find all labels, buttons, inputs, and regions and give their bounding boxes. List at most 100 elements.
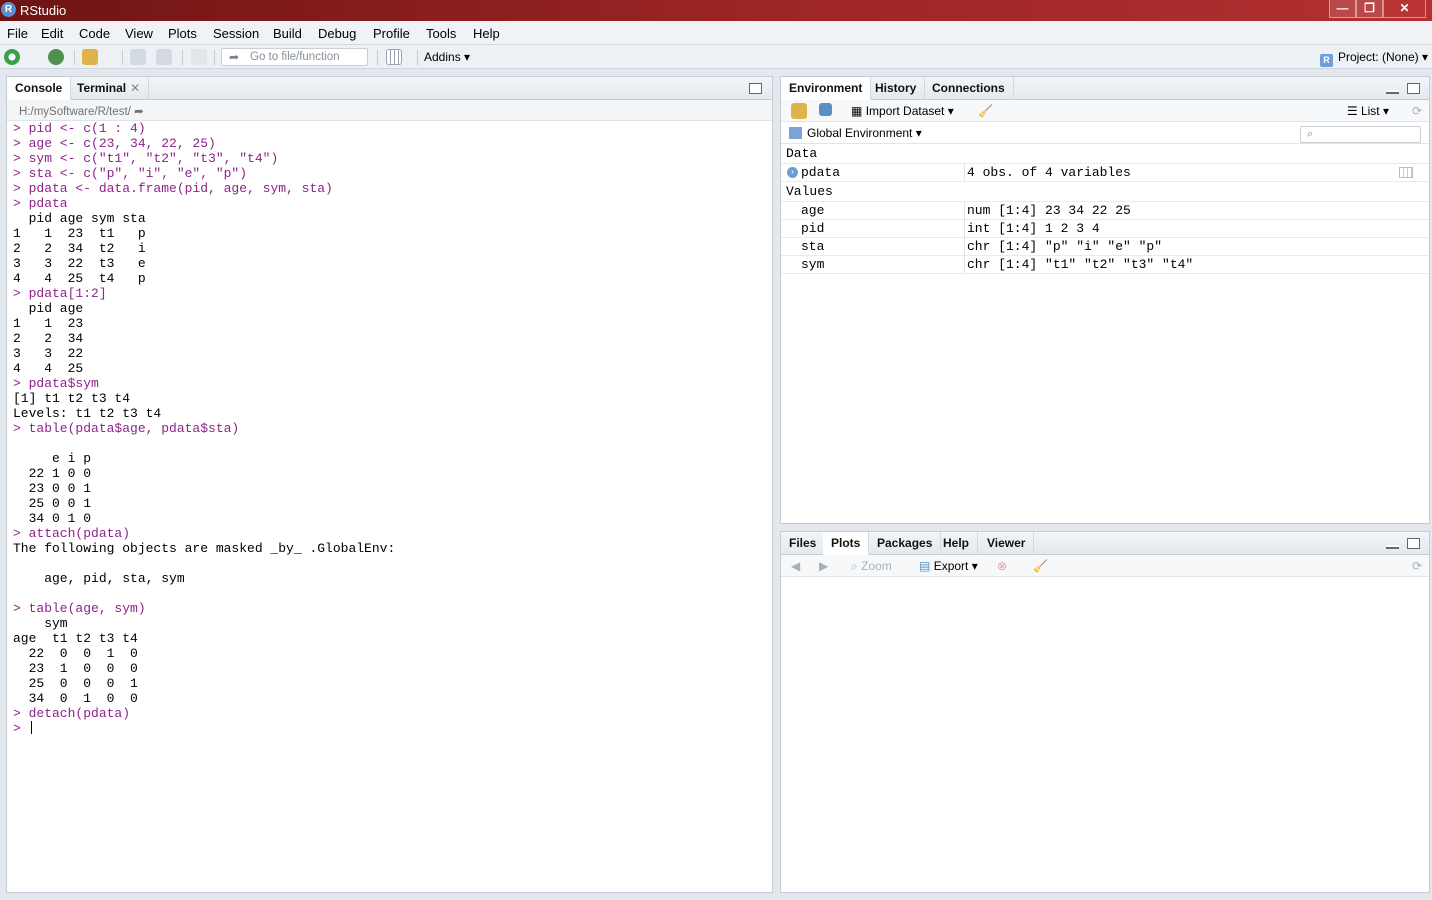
close-button[interactable]: ✕ (1383, 0, 1426, 18)
tab-plots[interactable]: Plots (823, 532, 870, 556)
print-icon[interactable] (191, 49, 207, 65)
minimize-pane-icon[interactable] (1386, 90, 1399, 94)
title-bar: R RStudio — ❐ ✕ (0, 0, 1432, 21)
tab-viewer[interactable]: Viewer (979, 532, 1035, 555)
menu-session[interactable]: Session (213, 26, 259, 41)
files-tabbar: Files Plots Packages Help Viewer (781, 532, 1429, 556)
goto-directory-icon[interactable]: ➦ (134, 106, 144, 118)
tab-terminal[interactable]: Terminal ✕ (69, 77, 150, 100)
env-row-pdata[interactable]: › pdata 4 obs. of 4 variables (781, 164, 1429, 182)
env-var-name: sta (801, 239, 825, 254)
menu-debug[interactable]: Debug (318, 26, 356, 41)
menu-tools[interactable]: Tools (426, 26, 456, 41)
console-input-line: > detach(pdata) (13, 706, 131, 721)
refresh-icon[interactable]: ⟳ (1412, 104, 1422, 118)
menu-file[interactable]: File (7, 26, 28, 41)
restore-pane-icon[interactable] (749, 83, 762, 94)
env-var-name: pid (801, 221, 825, 236)
env-var-value: chr [1:4] "t1" "t2" "t3" "t4" (964, 256, 1429, 273)
env-row-age[interactable]: age num [1:4] 23 34 22 25 (781, 202, 1429, 220)
menu-edit[interactable]: Edit (41, 26, 63, 41)
addins-button[interactable]: Addins ▾ (424, 50, 470, 64)
save-all-icon[interactable] (156, 49, 172, 65)
save-icon[interactable] (130, 49, 146, 65)
console-input-line: > pdata[1:2] (13, 286, 107, 301)
tab-history[interactable]: History (867, 77, 926, 100)
close-tab-icon[interactable]: ✕ (130, 81, 140, 95)
environment-scope-select[interactable]: Global Environment ▾ (789, 126, 922, 140)
env-var-value: num [1:4] 23 34 22 25 (964, 202, 1429, 219)
env-row-pid[interactable]: pid int [1:4] 1 2 3 4 (781, 220, 1429, 238)
console-output-line: sym (13, 616, 68, 631)
remove-plot-icon[interactable]: ⊗ (997, 559, 1007, 573)
save-workspace-icon[interactable] (819, 103, 832, 116)
console-output[interactable]: > pid <- c(1 : 4) > age <- c(23, 34, 22, … (13, 121, 768, 892)
tab-environment-label: Environment (789, 81, 863, 95)
clear-plots-broom-icon[interactable]: 🧹 (1033, 559, 1048, 573)
console-output-line: 4 4 25 (13, 361, 84, 376)
view-data-icon[interactable] (1399, 167, 1413, 178)
tab-viewer-label: Viewer (987, 536, 1026, 550)
view-mode-label: List (1360, 104, 1380, 118)
tab-help[interactable]: Help (935, 532, 979, 555)
console-pane: Console Terminal ✕ H:/mySoftware/R/test/ … (6, 76, 773, 893)
menu-plots[interactable]: Plots (168, 26, 197, 41)
tab-terminal-label: Terminal (77, 81, 127, 95)
menu-view[interactable]: View (125, 26, 153, 41)
console-output-line: 1 1 23 (13, 316, 84, 331)
console-output-line: pid age sym sta (13, 211, 146, 226)
view-mode-select[interactable]: ☰ List ▾ (1347, 104, 1389, 118)
menu-help[interactable]: Help (473, 26, 500, 41)
new-file-icon[interactable] (4, 49, 20, 65)
tab-console[interactable]: Console (7, 77, 72, 101)
load-workspace-icon[interactable] (791, 103, 807, 119)
tab-history-label: History (875, 81, 917, 95)
section-data: Data (781, 144, 1429, 164)
maximize-pane-icon[interactable] (1407, 83, 1420, 94)
console-output-line: e i p (13, 451, 92, 466)
workspace-panes-icon[interactable] (386, 49, 402, 65)
minimize-pane-icon[interactable] (1386, 545, 1399, 549)
zoom-button[interactable]: ⌕ Zoom (851, 559, 892, 574)
window-title: RStudio (20, 3, 67, 18)
list-icon: ☰ (1346, 104, 1358, 118)
broom-icon[interactable]: 🧹 (978, 104, 993, 118)
restore-button[interactable]: ❐ (1356, 0, 1383, 18)
open-folder-icon[interactable] (82, 49, 98, 65)
env-row-sym[interactable]: sym chr [1:4] "t1" "t2" "t3" "t4" (781, 256, 1429, 274)
menu-profile[interactable]: Profile (373, 26, 410, 41)
menu-build[interactable]: Build (273, 26, 302, 41)
environment-icon (789, 127, 802, 139)
env-row-sta[interactable]: sta chr [1:4] "p" "i" "e" "p" (781, 238, 1429, 256)
new-project-icon[interactable] (48, 49, 64, 65)
addins-label: Addins (424, 50, 461, 64)
working-directory: H:/mySoftware/R/test/ ➦ (7, 100, 772, 121)
expand-icon[interactable]: › (787, 167, 798, 178)
tab-packages[interactable]: Packages (869, 532, 942, 555)
export-button[interactable]: ▤ Export ▾ (919, 559, 978, 573)
goto-file-input[interactable]: ➦ Go to file/function (221, 48, 368, 66)
zoom-icon: ⌕ (851, 559, 858, 573)
import-dataset-button[interactable]: ▦ Import Dataset ▾ (851, 104, 954, 118)
environment-scope-bar: Global Environment ▾ ⌕ (781, 122, 1429, 144)
export-label: Export (933, 559, 969, 573)
tab-connections[interactable]: Connections (924, 77, 1014, 100)
environment-search-input[interactable]: ⌕ (1300, 126, 1421, 143)
console-input-line: > sta <- c("p", "i", "e", "p") (13, 166, 248, 181)
console-output-line: 3 3 22 t3 e (13, 256, 146, 271)
env-var-name: age (801, 203, 825, 218)
project-selector[interactable]: R Project: (None) ▾ (1319, 50, 1428, 67)
console-output-line: [1] t1 t2 t3 t4 (13, 391, 131, 406)
menu-code[interactable]: Code (79, 26, 110, 41)
console-input-line: > pdata (13, 196, 68, 211)
goto-placeholder: Go to file/function (250, 51, 340, 63)
console-output-line: age, pid, sta, sym (13, 571, 185, 586)
refresh-icon[interactable]: ⟳ (1412, 559, 1422, 573)
tab-environment[interactable]: Environment (781, 77, 872, 101)
tab-files[interactable]: Files (781, 532, 826, 555)
environment-pane: Environment History Connections ▦ Import… (780, 76, 1430, 524)
back-arrow-icon[interactable]: ◀ (791, 559, 800, 573)
forward-arrow-icon[interactable]: ▶ (819, 559, 828, 573)
maximize-pane-icon[interactable] (1407, 538, 1420, 549)
minimize-button[interactable]: — (1329, 0, 1356, 18)
